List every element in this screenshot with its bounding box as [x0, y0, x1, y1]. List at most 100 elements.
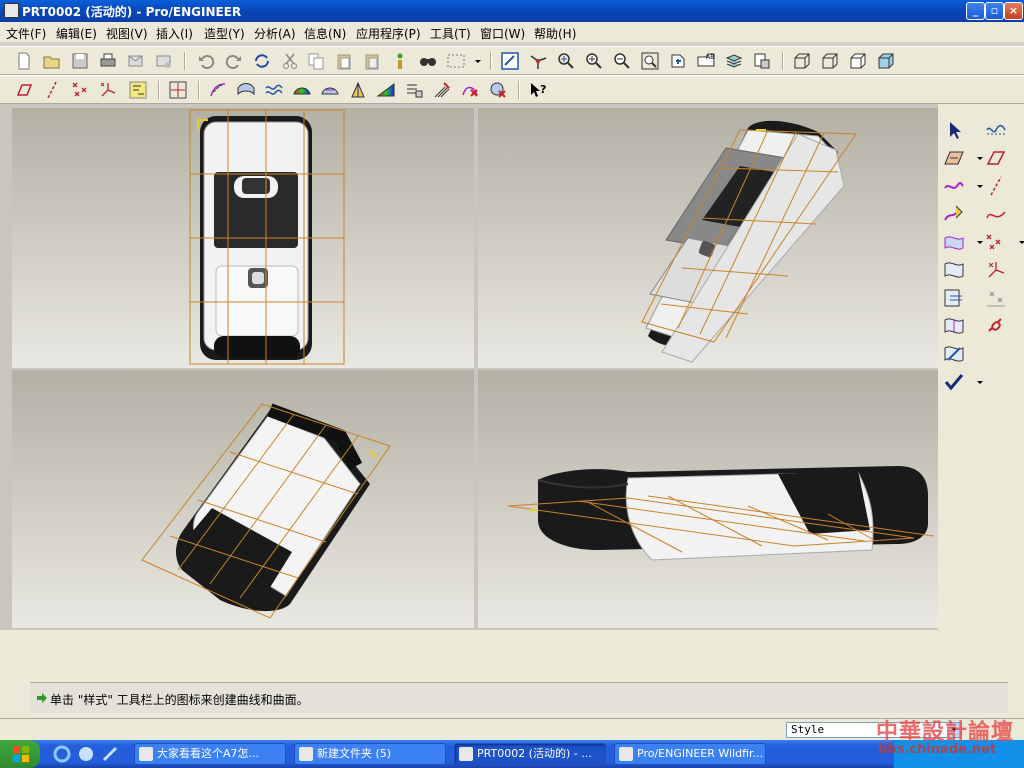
viewport-isometric[interactable]	[478, 108, 938, 368]
zoom-out-icon[interactable]	[612, 51, 632, 71]
done-check-icon[interactable]	[942, 370, 966, 394]
whats-this-icon[interactable]: ?	[528, 80, 548, 100]
print-icon[interactable]	[98, 51, 118, 71]
repaint-icon[interactable]	[500, 51, 520, 71]
offset-point-icon[interactable]	[984, 286, 1008, 310]
curvature-icon[interactable]	[208, 80, 228, 100]
viewport-back[interactable]	[12, 370, 474, 628]
curve-dropdown-icon[interactable]	[968, 174, 983, 198]
draft-icon[interactable]	[348, 80, 368, 100]
copy-icon[interactable]	[306, 51, 326, 71]
menu-applications[interactable]: 应用程序(P)	[356, 25, 421, 42]
email-attach-icon[interactable]	[154, 51, 174, 71]
graphics-area[interactable]	[0, 104, 938, 630]
surface-edit-icon[interactable]	[942, 258, 966, 282]
menu-insert[interactable]: 插入(I)	[156, 25, 193, 42]
coord-systems-icon[interactable]	[98, 80, 118, 100]
menu-view[interactable]: 视图(V)	[106, 25, 148, 42]
annotations-icon[interactable]	[128, 80, 148, 100]
message-arrow-icon	[37, 693, 47, 703]
viewport-side[interactable]	[478, 370, 938, 628]
menu-edit[interactable]: 编辑(E)	[56, 25, 97, 42]
done-dropdown-icon[interactable]	[968, 370, 983, 394]
spline-icon[interactable]	[984, 202, 1008, 226]
dropdown-icon[interactable]	[468, 51, 481, 71]
model-tree-icon[interactable]	[390, 51, 410, 71]
curve-analysis-icon[interactable]	[404, 80, 424, 100]
proe-quicklaunch-icon[interactable]	[100, 744, 120, 764]
select-arrow-icon[interactable]	[942, 118, 966, 142]
save-icon[interactable]	[70, 51, 90, 71]
viewport-front[interactable]	[12, 108, 474, 368]
view-manager-icon[interactable]	[724, 51, 744, 71]
taskbar-item-folder[interactable]: 新建文件夹 (5)	[294, 743, 446, 765]
boundary-icon[interactable]	[942, 342, 966, 366]
style-plane-dropdown-icon[interactable]	[968, 146, 983, 170]
minimize-button[interactable]: _	[966, 2, 985, 20]
menu-help[interactable]: 帮助(H)	[534, 25, 576, 42]
curve-icon[interactable]	[942, 174, 966, 198]
spin-center-icon[interactable]	[528, 51, 548, 71]
refit-icon[interactable]	[640, 51, 660, 71]
plane-icon[interactable]	[984, 146, 1008, 170]
shading-icon[interactable]	[876, 51, 896, 71]
surface-analysis-icon[interactable]	[432, 80, 452, 100]
grid-snap-icon[interactable]	[168, 80, 188, 100]
no-hidden-icon[interactable]	[848, 51, 868, 71]
new-file-icon[interactable]	[14, 51, 34, 71]
select-box-icon[interactable]	[446, 51, 466, 71]
hidden-line-icon[interactable]	[820, 51, 840, 71]
axis-icon[interactable]	[984, 174, 1008, 198]
menu-analysis[interactable]: 分析(A)	[254, 25, 296, 42]
layers-icon[interactable]: AB	[696, 51, 716, 71]
undo-icon[interactable]	[196, 51, 216, 71]
hide-analysis-icon[interactable]	[488, 80, 508, 100]
wireframe-icon[interactable]	[792, 51, 812, 71]
delete-analysis-icon[interactable]	[460, 80, 480, 100]
email-icon[interactable]	[126, 51, 146, 71]
edit-curve-icon[interactable]	[942, 202, 966, 226]
point-dropdown-icon[interactable]	[1010, 230, 1024, 254]
find-icon[interactable]	[418, 51, 438, 71]
datum-axes-icon[interactable]	[42, 80, 62, 100]
redo-icon[interactable]	[224, 51, 244, 71]
start-button[interactable]	[0, 740, 40, 768]
menu-style[interactable]: 造型(Y)	[204, 25, 245, 42]
datum-points-icon[interactable]	[70, 80, 90, 100]
section-icon[interactable]	[236, 80, 256, 100]
offset-icon[interactable]	[264, 80, 284, 100]
layer-tree-icon[interactable]	[752, 51, 772, 71]
menu-tools[interactable]: 工具(T)	[430, 25, 471, 42]
plane-curve-icon[interactable]	[984, 118, 1008, 142]
reflection-icon[interactable]	[292, 80, 312, 100]
quicklaunch-icon[interactable]	[76, 744, 96, 764]
close-button[interactable]: ×	[1004, 2, 1023, 20]
menu-window[interactable]: 窗口(W)	[480, 25, 525, 42]
style-plane-icon[interactable]	[942, 146, 966, 170]
point-icon[interactable]	[984, 230, 1008, 254]
open-file-icon[interactable]	[42, 51, 62, 71]
datum-planes-icon[interactable]	[14, 80, 34, 100]
orient-icon[interactable]	[556, 51, 576, 71]
ie-icon[interactable]	[52, 744, 72, 764]
maximize-button[interactable]: ▫	[985, 2, 1004, 20]
cut-icon[interactable]	[280, 51, 300, 71]
taskbar-item-forum[interactable]: 大家看看这个A7怎...	[134, 743, 286, 765]
menu-file[interactable]: 文件(F)	[6, 25, 46, 42]
surface-icon[interactable]	[942, 230, 966, 254]
regenerate-icon[interactable]	[252, 51, 272, 71]
paste-icon[interactable]	[334, 51, 354, 71]
taskbar-item-prt0002[interactable]: PRT0002 (活动的) - ...	[454, 743, 606, 765]
project-icon[interactable]	[942, 314, 966, 338]
surface-dropdown-icon[interactable]	[968, 230, 983, 254]
zoom-in-icon[interactable]	[584, 51, 604, 71]
saved-views-icon[interactable]	[668, 51, 688, 71]
connect-icon[interactable]	[984, 314, 1008, 338]
slope-icon[interactable]	[320, 80, 340, 100]
menu-info[interactable]: 信息(N)	[304, 25, 346, 42]
surface-trim-icon[interactable]	[942, 286, 966, 310]
taskbar-item-proe-wildfire[interactable]: Pro/ENGINEER Wildfir...	[614, 743, 766, 765]
paste-special-icon[interactable]	[362, 51, 382, 71]
dihedral-icon[interactable]	[376, 80, 396, 100]
coordinate-point-icon[interactable]	[984, 258, 1008, 282]
